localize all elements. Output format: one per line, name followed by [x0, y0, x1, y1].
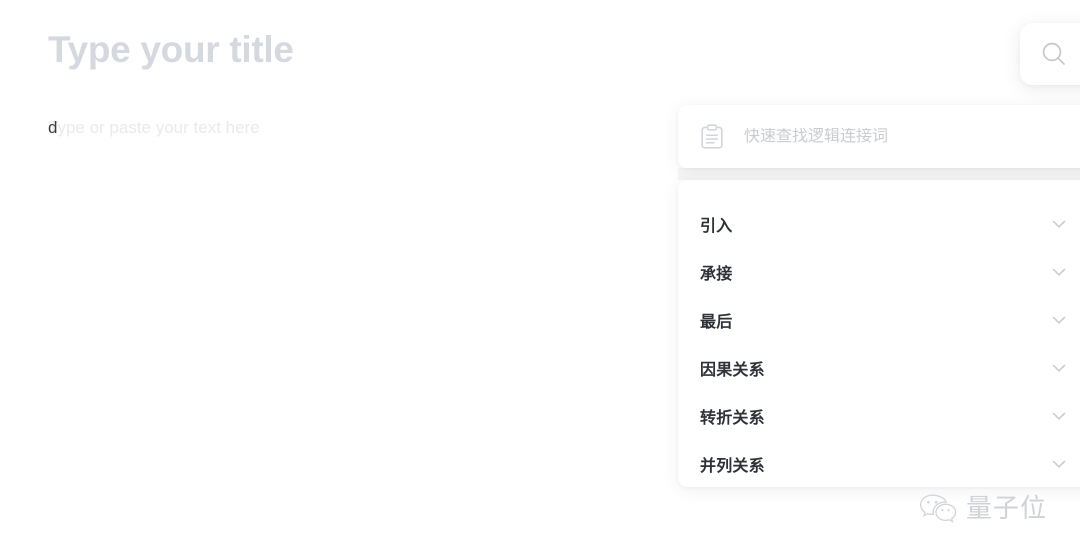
- chevron-down-icon[interactable]: [1050, 407, 1068, 425]
- connective-category-list: 引入 承接 最后 因果关系 转折关系 并列关系: [678, 180, 1080, 487]
- connective-category-row[interactable]: 最后: [678, 296, 1080, 344]
- document-title-input[interactable]: [48, 26, 648, 74]
- connective-category-label: 转折关系: [700, 408, 765, 427]
- document-body-input[interactable]: [48, 114, 648, 474]
- search-icon: [1039, 39, 1069, 69]
- connective-category-label: 最后: [700, 312, 733, 331]
- search-button[interactable]: [1020, 23, 1080, 85]
- wechat-logo-icon: [918, 492, 958, 526]
- connective-category-label: 并列关系: [700, 456, 765, 475]
- watermark-text: 量子位: [966, 494, 1048, 524]
- connective-category-row[interactable]: 转折关系: [678, 392, 1080, 440]
- chevron-down-icon[interactable]: [1050, 311, 1068, 329]
- clipboard-icon: [700, 123, 724, 150]
- connective-category-row[interactable]: 引入: [678, 200, 1080, 248]
- chevron-down-icon[interactable]: [1050, 359, 1068, 377]
- chevron-down-icon[interactable]: [1050, 263, 1068, 281]
- connective-search-card[interactable]: [678, 105, 1080, 168]
- connective-category-label: 承接: [700, 264, 733, 283]
- chevron-down-icon[interactable]: [1050, 455, 1068, 473]
- watermark: 量子位: [918, 492, 1047, 526]
- connective-category-row[interactable]: 承接: [678, 248, 1080, 296]
- chevron-down-icon[interactable]: [1050, 215, 1068, 233]
- app-root: Type or paste your text here: [0, 0, 1080, 556]
- connective-category-label: 因果关系: [700, 360, 765, 379]
- logic-connective-panel: 引入 承接 最后: [678, 105, 1080, 487]
- connective-category-row[interactable]: 因果关系: [678, 344, 1080, 392]
- connective-category-label: 引入: [700, 216, 733, 235]
- document-body-area: Type or paste your text here: [48, 114, 648, 494]
- editor-canvas: Type or paste your text here: [0, 0, 680, 556]
- connective-category-row[interactable]: 并列关系: [678, 440, 1080, 487]
- connective-search-input[interactable]: [744, 127, 1080, 146]
